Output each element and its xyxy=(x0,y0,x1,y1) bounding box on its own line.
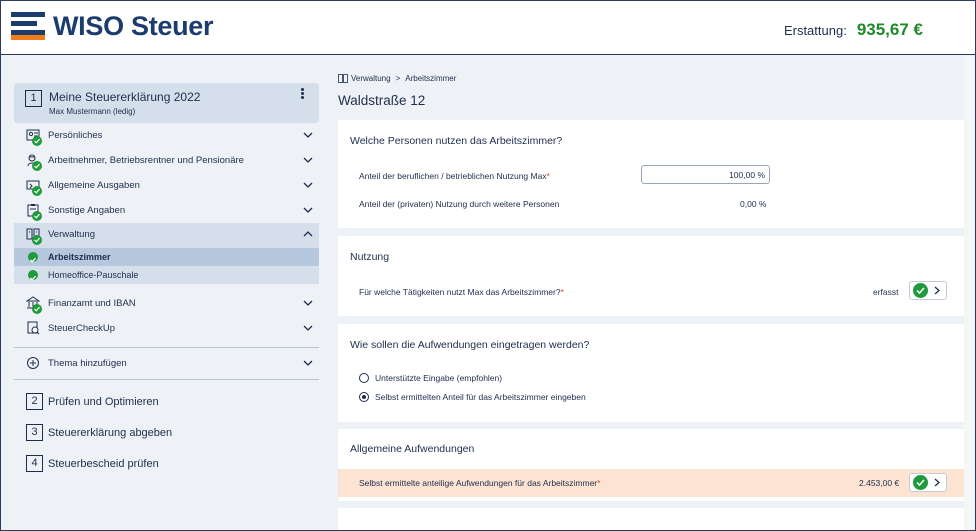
step-title: Meine Steuererklärung 2022 xyxy=(49,90,201,104)
checkup-icon xyxy=(27,321,40,335)
step-number: 2 xyxy=(26,393,43,410)
sidebar-item-label: Persönliches xyxy=(48,130,103,141)
sidebar-subitem-label: Homeoffice-Pauschale xyxy=(48,270,139,280)
step-1-card[interactable]: 1 Meine Steuererklärung 2022 Max Musterm… xyxy=(14,83,319,123)
card-title: Welche Personen nutzen das Arbeitszimmer… xyxy=(350,135,563,147)
radio-self-determined[interactable] xyxy=(359,392,369,402)
done-check-icon xyxy=(28,270,38,281)
sidebar-subitem-homeoffice[interactable]: Homeoffice-Pauschale xyxy=(14,266,319,284)
done-check-icon xyxy=(32,304,42,314)
chevron-down-icon xyxy=(303,207,313,213)
card-title: Allgemeine Aufwendungen xyxy=(350,443,475,455)
sidebar-item-arbeitnehmer[interactable]: Arbeitnehmer, Betriebsrentner und Pensio… xyxy=(14,149,319,174)
sidebar-item-label: SteuerCheckUp xyxy=(48,323,116,334)
sidebar-item-steuercheckup[interactable]: SteuerCheckUp xyxy=(14,317,319,342)
professional-usage-label: Anteil der beruflichen / betrieblichen N… xyxy=(359,171,550,181)
page-title: Waldstraße 12 xyxy=(338,93,426,108)
done-check-icon xyxy=(32,235,42,245)
step-number: 1 xyxy=(25,90,42,107)
step-label: Prüfen und Optimieren xyxy=(48,396,159,408)
activities-label: Für welche Tätigkeiten nutzt Max das Arb… xyxy=(359,287,564,297)
scrollbar[interactable] xyxy=(964,56,974,530)
chevron-down-icon xyxy=(303,360,313,366)
sidebar-item-label: Sonstige Angaben xyxy=(48,205,126,216)
activities-status: erfasst xyxy=(873,287,899,297)
private-usage-value: 0,00 % xyxy=(740,199,767,209)
done-check-icon xyxy=(32,161,42,171)
sidebar-item-verwaltung[interactable]: Verwaltung xyxy=(14,223,319,248)
step-2-item[interactable]: 2 Prüfen und Optimieren xyxy=(14,390,319,414)
sidebar-item-label: Verwaltung xyxy=(48,229,96,240)
step-number: 4 xyxy=(26,455,43,472)
sidebar-item-label: Finanzamt und IBAN xyxy=(48,298,136,309)
card-title: Nutzung xyxy=(350,251,390,263)
wiso-logo[interactable]: WISO Steuer xyxy=(11,11,214,42)
sidebar-item-label: Allgemeine Ausgaben xyxy=(48,180,140,191)
sidebar-subitem-label: Arbeitszimmer xyxy=(48,252,111,262)
expenses-value: 2.453,00 € xyxy=(859,478,900,488)
breadcrumb-current: Arbeitszimmer xyxy=(405,74,457,83)
chevron-up-icon xyxy=(303,231,313,237)
sidebar-item-persoenliches[interactable]: Persönliches xyxy=(14,124,319,149)
step-label: Steuerbescheid prüfen xyxy=(48,458,159,470)
breadcrumb-separator: > xyxy=(395,74,401,83)
chevron-right-icon xyxy=(934,478,940,487)
sidebar-item-allgemeine-ausgaben[interactable]: Allgemeine Ausgaben xyxy=(14,174,319,199)
general-expenses-card: Allgemeine Aufwendungen Selbst ermittelt… xyxy=(338,429,968,501)
sidebar-subitem-arbeitszimmer[interactable]: Arbeitszimmer xyxy=(14,248,319,266)
chevron-down-icon xyxy=(303,300,313,306)
private-usage-label: Anteil der (privaten) Nutzung durch weit… xyxy=(359,199,560,209)
step-subtitle: Max Mustermann (ledig) xyxy=(49,107,136,116)
sidebar-item-finanzamt[interactable]: Finanzamt und IBAN xyxy=(14,292,319,317)
option-supported-entry-label: Unterstützte Eingabe (empfohlen) xyxy=(375,373,503,383)
breadcrumb: Verwaltung > Arbeitszimmer xyxy=(338,74,456,83)
sidebar-item-label: Arbeitnehmer, Betriebsrentner und Pensio… xyxy=(48,155,244,166)
add-topic-button[interactable]: Thema hinzufügen xyxy=(14,352,319,377)
main-content: Verwaltung > Arbeitszimmer Waldstraße 12… xyxy=(333,56,968,530)
entry-mode-card: Wie sollen die Aufwendungen eingetragen … xyxy=(338,324,968,422)
chevron-down-icon xyxy=(303,132,313,138)
sidebar-divider xyxy=(14,379,319,380)
check-icon xyxy=(913,283,928,298)
logo-mark-icon xyxy=(11,11,47,42)
chevron-down-icon xyxy=(303,157,313,163)
more-options-icon[interactable] xyxy=(301,88,305,100)
expenses-row: Selbst ermittelte anteilige Aufwendungen… xyxy=(338,469,968,497)
chevron-down-icon xyxy=(303,325,313,331)
usage-card: Nutzung Für welche Tätigkeiten nutzt Max… xyxy=(338,236,968,316)
refund-value: 935,67 € xyxy=(856,20,923,39)
logo-text: WISO Steuer xyxy=(53,11,214,41)
step-label: Steuererklärung abgeben xyxy=(48,427,173,439)
add-topic-label: Thema hinzufügen xyxy=(48,358,127,369)
option-self-determined-label: Selbst ermittelten Anteil für das Arbeit… xyxy=(375,392,586,402)
professional-usage-input[interactable]: 100,00 % xyxy=(641,165,770,184)
done-check-icon xyxy=(32,136,42,146)
sidebar: 1 Meine Steuererklärung 2022 Max Musterm… xyxy=(1,56,333,530)
activities-edit-button[interactable] xyxy=(909,281,947,300)
sidebar-divider xyxy=(14,347,319,348)
radio-supported-entry[interactable] xyxy=(359,373,369,383)
step-3-item[interactable]: 3 Steuererklärung abgeben xyxy=(14,421,319,445)
next-card xyxy=(338,508,968,530)
done-check-icon xyxy=(32,211,42,221)
persons-card: Welche Personen nutzen das Arbeitszimmer… xyxy=(338,120,968,228)
building-icon xyxy=(338,74,348,83)
done-check-icon xyxy=(28,252,38,263)
check-icon xyxy=(913,475,928,490)
expenses-label: Selbst ermittelte anteilige Aufwendungen… xyxy=(359,478,601,488)
card-title: Wie sollen die Aufwendungen eingetragen … xyxy=(350,339,590,351)
refund-summary: Erstattung: 935,67 € xyxy=(784,20,923,40)
refund-label: Erstattung: xyxy=(783,23,847,38)
chevron-down-icon xyxy=(303,182,313,188)
chevron-right-icon xyxy=(934,286,940,295)
sidebar-item-sonstige-angaben[interactable]: Sonstige Angaben xyxy=(14,199,319,224)
expenses-edit-button[interactable] xyxy=(909,473,947,492)
step-4-item[interactable]: 4 Steuerbescheid prüfen xyxy=(14,452,319,476)
app-header: WISO Steuer Erstattung: 935,67 € xyxy=(1,1,975,55)
done-check-icon xyxy=(32,186,42,196)
plus-circle-icon xyxy=(27,357,39,369)
app-window: WISO Steuer Erstattung: 935,67 € 1 Meine… xyxy=(0,0,976,531)
step-number: 3 xyxy=(26,424,43,441)
breadcrumb-parent[interactable]: Verwaltung xyxy=(351,74,391,83)
